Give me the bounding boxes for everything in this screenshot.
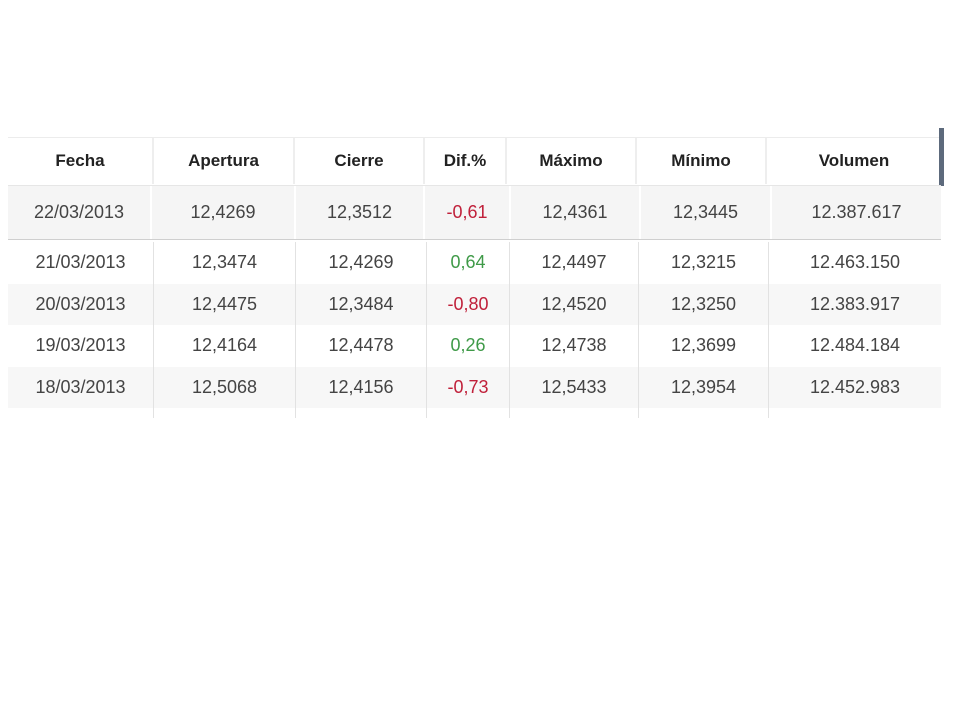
cell-fecha: 20/03/2013 [8,283,154,325]
cell-minimo: 12,3215 [639,242,769,284]
header-minimo[interactable]: Mínimo [637,138,767,184]
cell-minimo: 12,3250 [639,283,769,325]
table-row[interactable]: 20/03/2013 12,4475 12,3484 -0,80 12,4520… [8,283,941,325]
gridline [154,408,296,418]
cell-dif: -0,61 [425,186,511,239]
gridline [510,408,639,418]
cell-volumen: 12.387.617 [811,202,902,222]
cell-volumen: 12.383.917 [809,293,901,314]
cell-apertura: 12,3474 [154,242,296,284]
cell-cierre: 12,4478 [296,325,427,367]
cell-cierre: 12,3484 [296,283,427,325]
header-apertura[interactable]: Apertura [154,138,295,184]
cell-cierre: 12,3512 [296,186,425,239]
cell-fecha: 19/03/2013 [8,325,154,367]
cell-minimo: 12,3699 [639,325,769,367]
table-row[interactable]: 21/03/2013 12,3474 12,4269 0,64 12,4497 … [8,242,941,284]
cell-maximo: 12,5433 [510,366,639,408]
header-cierre[interactable]: Cierre [295,138,425,184]
cell-dif: 0,64 [427,242,510,284]
table-row-latest[interactable]: 22/03/2013 12,4269 12,3512 -0,61 12,4361… [8,185,941,240]
cell-volumen: 12.484.184 [809,335,901,356]
cell-maximo: 12,4520 [510,283,639,325]
table-header: Fecha Apertura Cierre Dif.% Máximo Mínim… [8,137,941,184]
cell-dif: -0,73 [427,366,510,408]
cell-minimo: 12,3954 [639,366,769,408]
gridline [8,408,154,418]
gridline [639,408,769,418]
cell-apertura: 12,5068 [154,366,296,408]
cell-cierre: 12,4156 [296,366,427,408]
cell-minimo: 12,3445 [641,186,772,239]
cell-fecha: 22/03/2013 [8,186,152,239]
stage: Fecha Apertura Cierre Dif.% Máximo Mínim… [0,0,960,720]
cell-volumen: 12.463.150 [809,252,901,273]
table-row[interactable]: 18/03/2013 12,5068 12,4156 -0,73 12,5433… [8,366,941,408]
cell-apertura: 12,4269 [152,186,296,239]
header-maximo[interactable]: Máximo [507,138,637,184]
cell-maximo: 12,4361 [511,186,641,239]
table-body: 21/03/2013 12,3474 12,4269 0,64 12,4497 … [8,242,941,418]
gridline [427,408,510,418]
table-row[interactable]: 19/03/2013 12,4164 12,4478 0,26 12,4738 … [8,325,941,367]
cell-fecha: 18/03/2013 [8,366,154,408]
gridline [296,408,427,418]
cell-cierre: 12,4269 [296,242,427,284]
scrollbar-marker[interactable] [939,128,944,186]
table-footer-gridlines [8,408,941,418]
cell-fecha: 21/03/2013 [8,242,154,284]
header-volumen[interactable]: Volumen [767,138,941,184]
cell-maximo: 12,4738 [510,325,639,367]
cell-dif: 0,26 [427,325,510,367]
cell-apertura: 12,4475 [154,283,296,325]
cell-volumen: 12.452.983 [809,376,901,397]
header-fecha[interactable]: Fecha [8,138,154,184]
gridline [769,408,941,418]
cell-maximo: 12,4497 [510,242,639,284]
cell-dif: -0,80 [427,283,510,325]
cell-apertura: 12,4164 [154,325,296,367]
header-dif[interactable]: Dif.% [425,138,507,184]
